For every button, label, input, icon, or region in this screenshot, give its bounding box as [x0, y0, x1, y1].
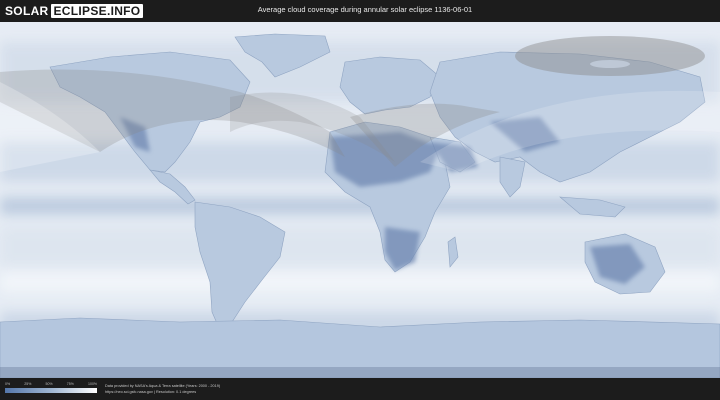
logo-solar: SOLAR [5, 4, 49, 18]
logo-eclipse: ECLIPSE.INFO [50, 4, 144, 18]
cloud-coverage-map [0, 22, 720, 378]
legend-tick: 75% [66, 382, 74, 386]
site-logo[interactable]: SOLAR ECLIPSE.INFO [5, 3, 144, 19]
credit-line-1: Data provided by NASA's Aqua & Terra sat… [105, 384, 221, 388]
legend-tick: 25% [24, 382, 32, 386]
footer-bar: 0% 25% 50% 75% 100% Data provided by NAS… [0, 378, 720, 400]
legend-tick: 100% [88, 382, 97, 386]
header-bar: SOLAR ECLIPSE.INFO Average cloud coverag… [0, 0, 720, 22]
page-title: Average cloud coverage during annular so… [257, 5, 473, 14]
data-credit: Data provided by NASA's Aqua & Terra sat… [105, 384, 220, 395]
credit-line-2[interactable]: https://neo.sci.gsfc.nasa.gov | Resoluti… [105, 390, 220, 396]
legend-tick: 0% [5, 382, 11, 386]
legend-ticks: 0% 25% 50% 75% 100% [5, 382, 97, 387]
world-map-svg [0, 22, 720, 378]
legend-tick: 50% [45, 382, 53, 386]
cloud-coverage-legend [5, 388, 97, 393]
antarctic-strip [0, 367, 720, 378]
